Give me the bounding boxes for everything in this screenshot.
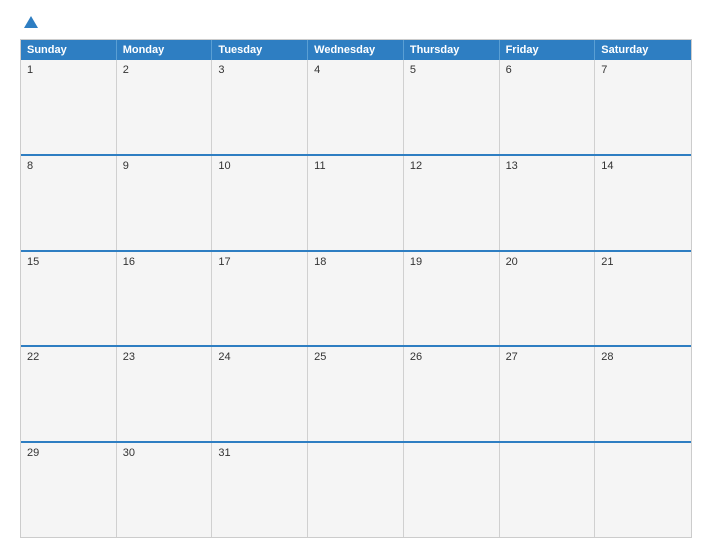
day-number: 13 (506, 160, 589, 172)
day-cell: 27 (500, 347, 596, 441)
day-cell: 8 (21, 156, 117, 250)
day-cell: 23 (117, 347, 213, 441)
day-cell (308, 443, 404, 537)
day-number: 11 (314, 160, 397, 172)
day-number: 10 (218, 160, 301, 172)
day-cell: 1 (21, 60, 117, 154)
day-number: 3 (218, 64, 301, 76)
day-number: 18 (314, 256, 397, 268)
day-number: 25 (314, 351, 397, 363)
day-cell: 12 (404, 156, 500, 250)
day-number: 16 (123, 256, 206, 268)
day-cell: 31 (212, 443, 308, 537)
day-cell: 21 (595, 252, 691, 346)
day-number: 7 (601, 64, 685, 76)
day-number: 2 (123, 64, 206, 76)
day-cell: 17 (212, 252, 308, 346)
day-cell: 14 (595, 156, 691, 250)
day-header-tuesday: Tuesday (212, 40, 308, 60)
week-row-4: 22 23 24 25 26 27 28 (21, 345, 691, 441)
day-cell: 4 (308, 60, 404, 154)
day-cell: 30 (117, 443, 213, 537)
day-number: 22 (27, 351, 110, 363)
day-number: 24 (218, 351, 301, 363)
logo-triangle-icon (24, 16, 38, 28)
day-headers-row: SundayMondayTuesdayWednesdayThursdayFrid… (21, 40, 691, 60)
day-number: 23 (123, 351, 206, 363)
day-cell: 24 (212, 347, 308, 441)
day-cell: 18 (308, 252, 404, 346)
day-cell: 28 (595, 347, 691, 441)
day-number: 15 (27, 256, 110, 268)
logo (20, 16, 110, 29)
day-number: 14 (601, 160, 685, 172)
week-row-3: 15 16 17 18 19 20 21 (21, 250, 691, 346)
day-cell: 2 (117, 60, 213, 154)
week-row-2: 8 9 10 11 12 13 14 (21, 154, 691, 250)
day-cell (500, 443, 596, 537)
day-number: 30 (123, 447, 206, 459)
day-cell: 29 (21, 443, 117, 537)
week-row-1: 1234567 (21, 60, 691, 154)
day-header-friday: Friday (500, 40, 596, 60)
day-number: 4 (314, 64, 397, 76)
calendar-weeks: 1234567891011121314151617181920212223242… (21, 60, 691, 537)
day-header-sunday: Sunday (21, 40, 117, 60)
day-number: 21 (601, 256, 685, 268)
day-header-wednesday: Wednesday (308, 40, 404, 60)
day-cell: 16 (117, 252, 213, 346)
day-number: 28 (601, 351, 685, 363)
day-cell: 9 (117, 156, 213, 250)
calendar-grid: SundayMondayTuesdayWednesdayThursdayFrid… (20, 39, 692, 538)
day-cell (595, 443, 691, 537)
day-number: 29 (27, 447, 110, 459)
day-cell: 15 (21, 252, 117, 346)
day-cell (404, 443, 500, 537)
day-cell: 6 (500, 60, 596, 154)
day-number: 1 (27, 64, 110, 76)
day-cell: 10 (212, 156, 308, 250)
day-number: 20 (506, 256, 589, 268)
day-number: 26 (410, 351, 493, 363)
day-cell: 26 (404, 347, 500, 441)
day-cell: 7 (595, 60, 691, 154)
day-cell: 22 (21, 347, 117, 441)
day-cell: 11 (308, 156, 404, 250)
day-number: 8 (27, 160, 110, 172)
header (20, 16, 692, 29)
logo-blue-container (20, 16, 38, 29)
day-cell: 20 (500, 252, 596, 346)
calendar-page: SundayMondayTuesdayWednesdayThursdayFrid… (0, 0, 712, 550)
day-header-monday: Monday (117, 40, 213, 60)
day-cell: 13 (500, 156, 596, 250)
day-number: 27 (506, 351, 589, 363)
day-number: 31 (218, 447, 301, 459)
week-row-5: 29 30 31 (21, 441, 691, 537)
day-number: 19 (410, 256, 493, 268)
day-cell: 25 (308, 347, 404, 441)
day-cell: 3 (212, 60, 308, 154)
day-number: 6 (506, 64, 589, 76)
day-number: 9 (123, 160, 206, 172)
day-cell: 19 (404, 252, 500, 346)
day-header-thursday: Thursday (404, 40, 500, 60)
day-header-saturday: Saturday (595, 40, 691, 60)
day-number: 5 (410, 64, 493, 76)
day-number: 12 (410, 160, 493, 172)
day-cell: 5 (404, 60, 500, 154)
day-number: 17 (218, 256, 301, 268)
